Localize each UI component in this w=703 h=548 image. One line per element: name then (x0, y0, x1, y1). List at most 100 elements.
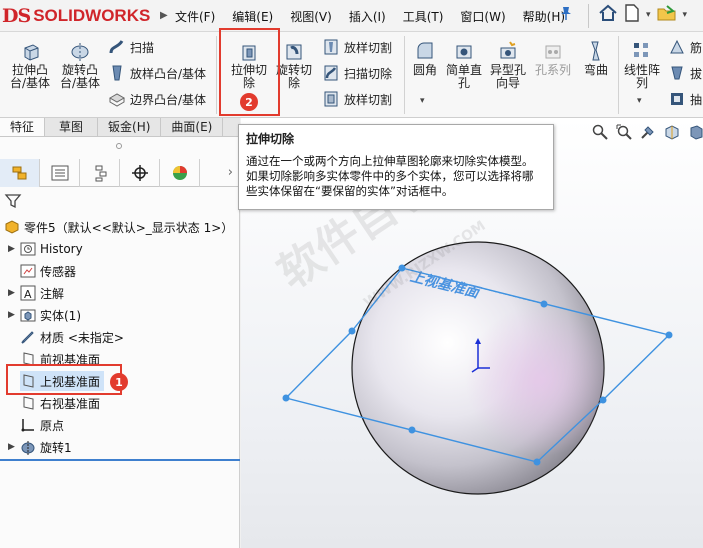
tooltip-line-1: 通过在一个或两个方向上拉伸草图轮廓来切除实体模型。 (246, 154, 534, 168)
chevron-down-icon[interactable]: ▾ (646, 10, 651, 27)
fillet-icon (414, 40, 436, 62)
home-icon[interactable] (598, 4, 618, 27)
annotation-icon: A (20, 285, 36, 301)
chevron-right-icon[interactable]: ▶ (8, 442, 20, 452)
menu-window[interactable]: 窗口(W) (460, 8, 505, 25)
tooltip-line-3: 些实体保留在“要保留的实体”对话框中。 (246, 184, 454, 198)
open-folder-icon[interactable] (657, 4, 677, 27)
chevron-right-icon[interactable]: ▶ (160, 10, 168, 21)
revolve-boss-icon (69, 40, 91, 62)
collapse-handle[interactable] (116, 143, 122, 149)
tree-item-label: 原点 (40, 418, 65, 433)
tree-item-solid-bodies[interactable]: ▶ 实体(1) (8, 305, 81, 325)
tab-sketch[interactable]: 草图 (45, 118, 99, 136)
step-badge-2: 2 (240, 93, 258, 111)
revolve-cut-icon (283, 40, 305, 62)
chevron-right-icon[interactable]: ▶ (8, 288, 20, 298)
chevron-down-icon[interactable]: ▾ (637, 96, 642, 106)
quick-access-toolbar: ▾ ▾ (598, 4, 687, 27)
feature-manager-tab-icon[interactable] (0, 159, 40, 187)
fillet-button[interactable]: 圆角 (408, 40, 442, 77)
panel-bottom-border (0, 459, 240, 461)
tooltip-title: 拉伸切除 (246, 132, 295, 146)
simple-hole-button[interactable]: 简单直 孔 (444, 40, 484, 90)
tree-item-origin[interactable]: 原点 (20, 415, 64, 435)
revolve-feature-icon (20, 439, 36, 455)
hole-wizard-label: 异型孔 向导 (489, 63, 526, 90)
hole-series-label: 孔系列 (534, 63, 571, 77)
tree-item-sensors[interactable]: 传感器 (20, 261, 76, 281)
chevron-down-icon[interactable]: ▾ (683, 10, 688, 27)
chevron-down-icon[interactable]: ▾ (420, 96, 425, 106)
dimxpert-tab-icon[interactable] (120, 159, 160, 187)
filter-icon[interactable] (4, 192, 22, 210)
revolve-boss-button[interactable]: 旋转凸 台/基体 (56, 40, 104, 90)
menu-file[interactable]: 文件(F) (175, 8, 215, 25)
sweep-icon (108, 38, 126, 56)
sweep-label: 扫描 (130, 40, 155, 55)
shell-button[interactable]: 抽 (668, 90, 702, 108)
command-tabs: 特征 草图 钣金(H) 曲面(E) (0, 118, 240, 137)
sweep-cut-button[interactable]: 扫描切除 (322, 64, 392, 82)
draft-button[interactable]: 拔 (668, 64, 702, 82)
bend-icon (585, 40, 607, 62)
extrude-boss-button[interactable]: 拉伸凸 台/基体 (6, 40, 54, 90)
boundary-cut-icon (322, 90, 340, 108)
chevron-right-icon[interactable]: ▶ (8, 310, 20, 320)
ribbon-divider (404, 36, 405, 114)
chevron-right-icon[interactable]: ▶ (8, 244, 20, 254)
tree-item-label: 注解 (40, 286, 65, 301)
chevron-right-icon[interactable]: › (228, 165, 233, 180)
tree-root-part[interactable]: 零件5（默认<<默认>_显示状态 1>） (4, 217, 233, 237)
tab-surfaces[interactable]: 曲面(E) (161, 118, 224, 136)
bend-button[interactable]: 弯曲 (578, 40, 614, 77)
loft-boss-icon (108, 64, 126, 82)
tree-item-revolve1[interactable]: ▶ 旋转1 (8, 437, 72, 457)
tooltip-line-2: 如果切除影响多实体零件中的多个实体，您可以选择将哪 (246, 169, 534, 183)
tree-item-history[interactable]: ▶ History (8, 239, 83, 259)
revolve-cut-label: 旋转切 除 (275, 63, 312, 90)
tree-item-label: 实体(1) (40, 308, 81, 323)
rib-button[interactable]: 筋 (668, 38, 702, 56)
tab-sheet-metal[interactable]: 钣金(H) (98, 118, 162, 136)
tree-item-right-plane[interactable]: 右视基准面 (20, 393, 100, 413)
tab-features[interactable]: 特征 (0, 118, 46, 136)
bend-label: 弯曲 (583, 63, 608, 77)
part-icon (4, 219, 20, 235)
menu-tools[interactable]: 工具(T) (403, 8, 444, 25)
linear-pattern-button[interactable]: 线性阵 列 (622, 40, 662, 90)
revolve-boss-label: 旋转凸 台/基体 (59, 63, 101, 90)
linear-pattern-icon (631, 40, 653, 62)
pin-icon[interactable] (560, 6, 572, 24)
tree-item-label: 右视基准面 (40, 396, 101, 411)
menu-view[interactable]: 视图(V) (290, 8, 332, 25)
sweep-button[interactable]: 扫描 (108, 38, 154, 56)
menu-edit[interactable]: 编辑(E) (232, 8, 273, 25)
rib-icon (668, 38, 686, 56)
loft-cut-button[interactable]: 放样切割 (322, 38, 392, 56)
new-document-icon[interactable] (624, 4, 640, 27)
menu-help[interactable]: 帮助(H) (523, 8, 565, 25)
loft-cut-label: 放样切割 (344, 40, 393, 55)
history-icon (20, 241, 36, 257)
solidworks-logo[interactable]: DS SOLIDWORKS (2, 3, 162, 29)
shell-icon (668, 90, 686, 108)
ribbon-divider (216, 36, 217, 114)
loft-boss-button[interactable]: 放样凸台/基体 (108, 64, 206, 82)
tree-root-label: 零件5（默认<<默认>_显示状态 1>） (24, 220, 234, 235)
tree-item-label: History (40, 242, 83, 256)
simple-hole-label: 简单直 孔 (445, 63, 482, 90)
boundary-boss-button[interactable]: 边界凸台/基体 (108, 90, 206, 108)
material-icon (20, 329, 36, 345)
hole-wizard-button[interactable]: 异型孔 向导 (488, 40, 528, 90)
display-manager-tab-icon[interactable] (160, 159, 200, 187)
ribbon-divider (618, 36, 619, 114)
tree-item-material[interactable]: 材质 <未指定> (20, 327, 124, 347)
hole-series-button[interactable]: 孔系列 (532, 40, 574, 77)
boundary-cut-button[interactable]: 放样切割 (322, 90, 392, 108)
configuration-manager-tab-icon[interactable] (80, 159, 120, 187)
property-manager-tab-icon[interactable] (40, 159, 80, 187)
menu-insert[interactable]: 插入(I) (349, 8, 386, 25)
top-plane-highlight (6, 364, 122, 395)
tree-item-annotations[interactable]: ▶ A 注解 (8, 283, 64, 303)
